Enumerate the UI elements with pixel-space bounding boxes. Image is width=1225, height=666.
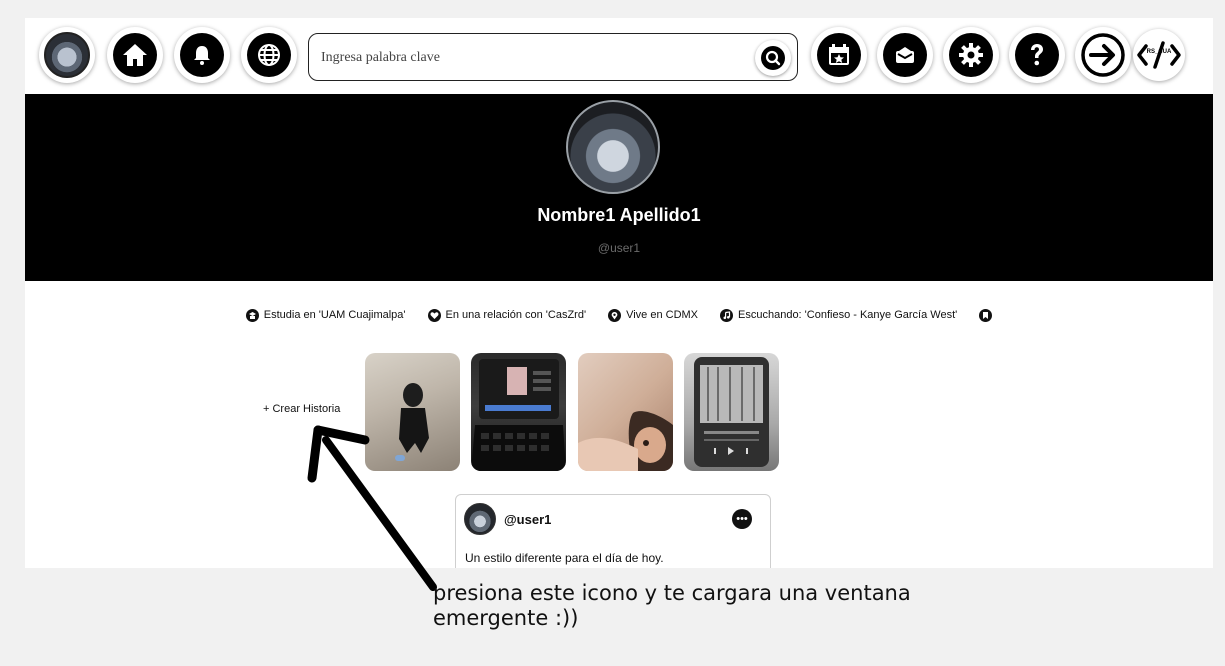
search-input[interactable] <box>319 44 743 72</box>
app-frame: RS_CUA Nombre1 Apellido1 @user1 Estudia … <box>25 18 1213 568</box>
search-icon <box>761 46 785 70</box>
logout-button[interactable] <box>1075 27 1131 83</box>
search-button[interactable] <box>755 40 791 76</box>
story-image <box>694 357 769 467</box>
profile-info-row: Estudia en 'UAM Cuajimalpa' En una relac… <box>25 306 1213 324</box>
post-username[interactable]: @user1 <box>504 512 551 527</box>
info-text-relationship: En una relación con 'CasZrd' <box>445 309 587 321</box>
search-bar <box>308 33 798 81</box>
help-button[interactable] <box>1009 27 1065 83</box>
profile-avatar[interactable] <box>566 100 660 194</box>
explore-button[interactable] <box>241 27 297 83</box>
mail-icon <box>883 33 927 77</box>
settings-button[interactable] <box>943 27 999 83</box>
home-button[interactable] <box>107 27 163 83</box>
code-icon: RS_CUA <box>1137 41 1181 69</box>
music-icon <box>720 308 734 322</box>
events-button[interactable] <box>811 27 867 83</box>
notifications-button[interactable] <box>174 27 230 83</box>
story-thumbnail[interactable] <box>684 353 779 471</box>
location-icon <box>608 308 622 322</box>
info-item-bookmark[interactable] <box>979 308 993 322</box>
info-item-music: Escuchando: 'Confieso - Kanye García Wes… <box>720 308 958 322</box>
avatar <box>44 32 90 78</box>
globe-icon <box>247 33 291 77</box>
post-text: Un estilo diferente para el día de hoy. <box>465 551 664 565</box>
brand-badge[interactable]: RS_CUA <box>1133 29 1185 81</box>
more-options-icon[interactable]: ••• <box>732 509 752 529</box>
brand-badge-label: RS_CUA <box>1147 49 1172 55</box>
profile-header: Nombre1 Apellido1 @user1 <box>25 94 1213 281</box>
info-text-school: Estudia en 'UAM Cuajimalpa' <box>263 309 406 321</box>
profile-name: Nombre1 Apellido1 <box>537 205 701 225</box>
info-text-music: Escuchando: 'Confieso - Kanye García Wes… <box>738 309 958 321</box>
question-icon <box>1015 33 1059 77</box>
profile-avatar-button[interactable] <box>39 27 95 83</box>
annotation-text: presiona este icono y te cargara una ven… <box>433 581 911 630</box>
story-image <box>471 359 566 471</box>
bell-icon <box>180 33 224 77</box>
story-thumbnail[interactable] <box>365 353 460 471</box>
info-item-school: Estudia en 'UAM Cuajimalpa' <box>245 308 406 322</box>
heart-icon <box>427 308 441 322</box>
arrow-right-icon <box>1081 33 1125 77</box>
profile-handle: @user1 <box>597 241 641 255</box>
info-item-location: Vive en CDMX <box>608 308 699 322</box>
story-thumbnail[interactable] <box>471 353 566 471</box>
bookmark-icon[interactable] <box>979 308 993 322</box>
school-icon <box>245 308 259 322</box>
info-item-relationship: En una relación con 'CasZrd' <box>427 308 587 322</box>
gear-icon <box>949 33 993 77</box>
home-icon <box>113 33 157 77</box>
info-text-location: Vive en CDMX <box>626 309 699 321</box>
calendar-star-icon <box>817 33 861 77</box>
avatar[interactable] <box>464 503 496 535</box>
story-thumbnail[interactable] <box>578 353 673 471</box>
messages-button[interactable] <box>877 27 933 83</box>
top-navigation: RS_CUA <box>25 18 1213 94</box>
post-card: @user1 ••• Un estilo diferente para el d… <box>455 494 771 568</box>
story-image <box>578 411 673 471</box>
create-story-button[interactable]: + Crear Historia <box>263 403 340 415</box>
story-image <box>395 383 429 461</box>
